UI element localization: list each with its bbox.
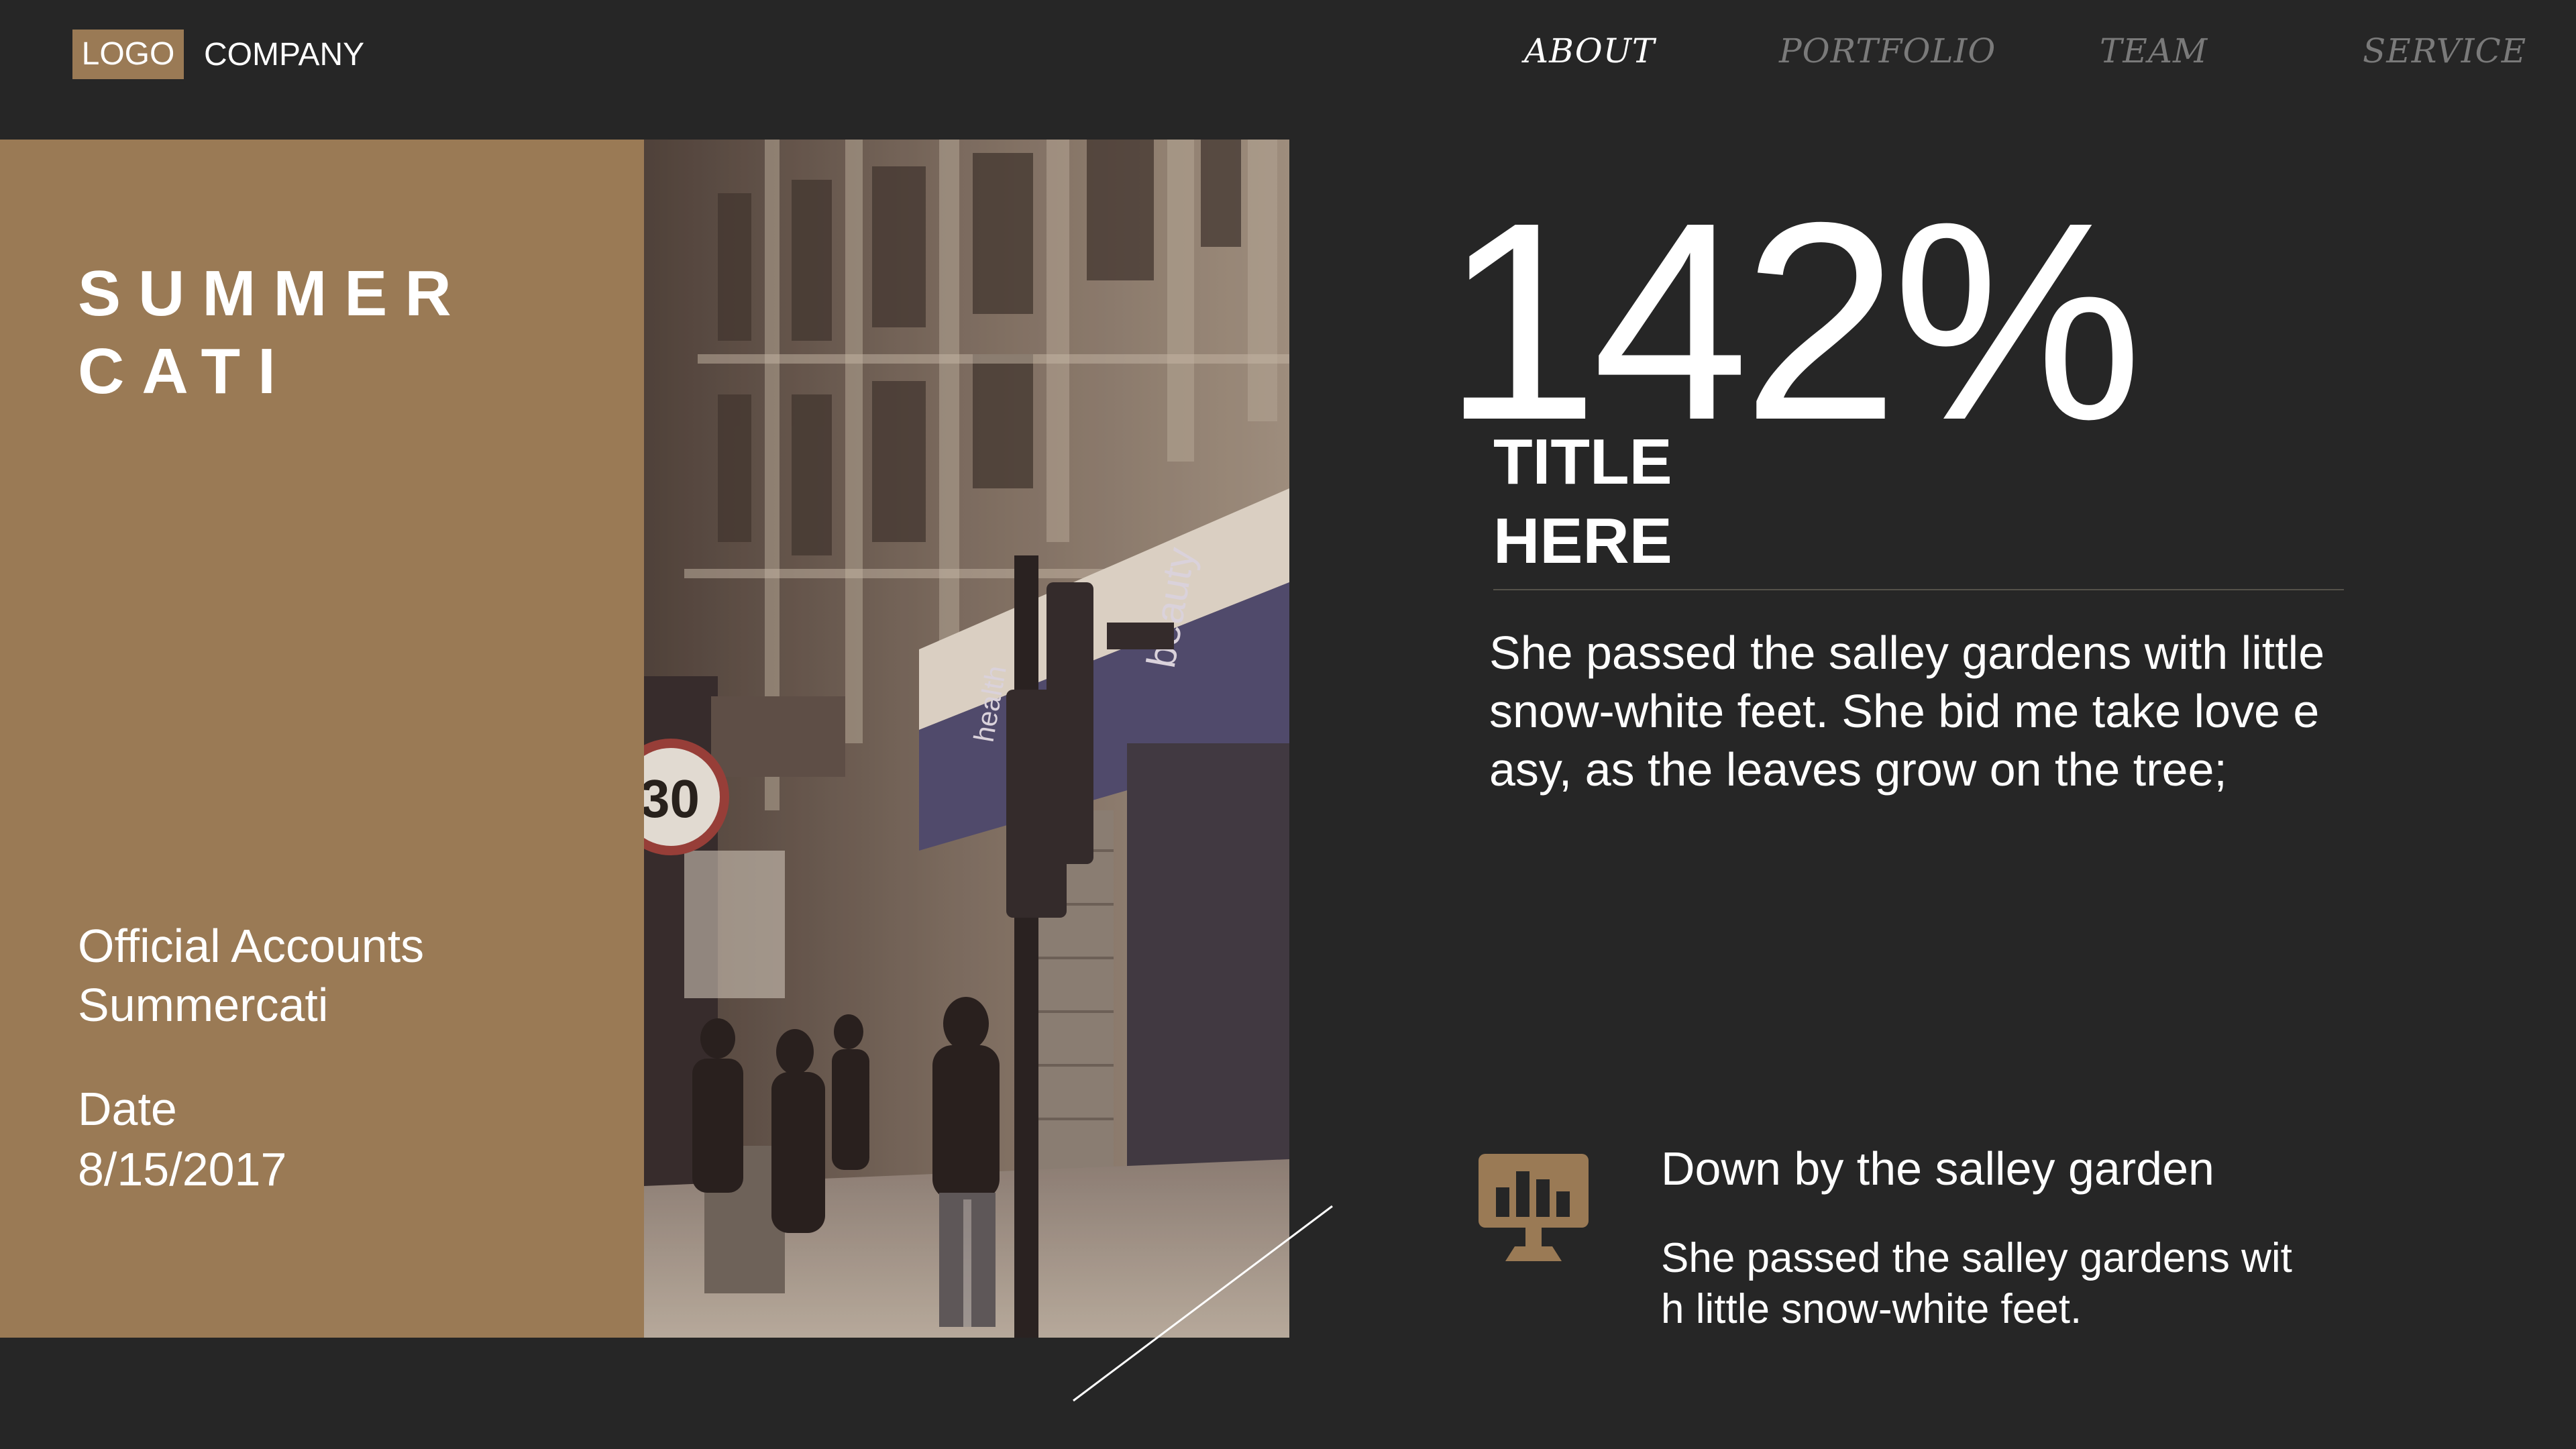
- panel-title-line: CATI: [78, 335, 293, 407]
- nav-team[interactable]: TEAM: [2100, 28, 2208, 74]
- nav-portfolio[interactable]: PORTFOLIO: [1779, 28, 1996, 74]
- paragraph-line: asy, as the leaves grow on the tree;: [1489, 743, 2227, 796]
- accounts-name: Summercati: [78, 979, 329, 1031]
- official-accounts: Official Accounts Summercati: [78, 916, 424, 1034]
- feature-title: Down by the salley garden: [1661, 1142, 2214, 1195]
- company-name: COMPANY: [204, 37, 365, 72]
- paragraph-line: snow-white feet. She bid me take love e: [1489, 685, 2320, 737]
- panel-title-line: SUMMER: [78, 258, 469, 329]
- feature-text-line: She passed the salley gardens wit: [1661, 1235, 2292, 1281]
- nav-about[interactable]: ABOUT: [1524, 28, 1655, 74]
- feature-text-line: h little snow-white feet.: [1661, 1286, 2082, 1332]
- feature-text: She passed the salley gardens wit h litt…: [1661, 1233, 2292, 1335]
- stat-paragraph: She passed the salley gardens with littl…: [1489, 624, 2348, 799]
- accounts-label: Official Accounts: [78, 920, 425, 972]
- date-label: Date: [78, 1083, 177, 1135]
- monitor-bar-chart-icon: [1479, 1154, 1589, 1261]
- stat-title-line: HERE: [1493, 505, 1672, 577]
- panel-title: SUMMER CATI: [78, 255, 469, 411]
- date-value: 8/15/2017: [78, 1143, 287, 1195]
- logo[interactable]: LOGO: [72, 30, 184, 79]
- nav-service[interactable]: SERVICE: [2363, 28, 2526, 74]
- date-block: Date 8/15/2017: [78, 1079, 286, 1199]
- divider: [1493, 589, 2344, 590]
- stat-title-line: TITLE: [1493, 426, 1672, 498]
- stat-title: TITLE HERE: [1493, 423, 1672, 581]
- street-photo: beauty health 30: [644, 140, 1289, 1338]
- stat-value: 142%: [1442, 164, 2143, 479]
- paragraph-line: She passed the salley gardens with littl…: [1489, 627, 2325, 679]
